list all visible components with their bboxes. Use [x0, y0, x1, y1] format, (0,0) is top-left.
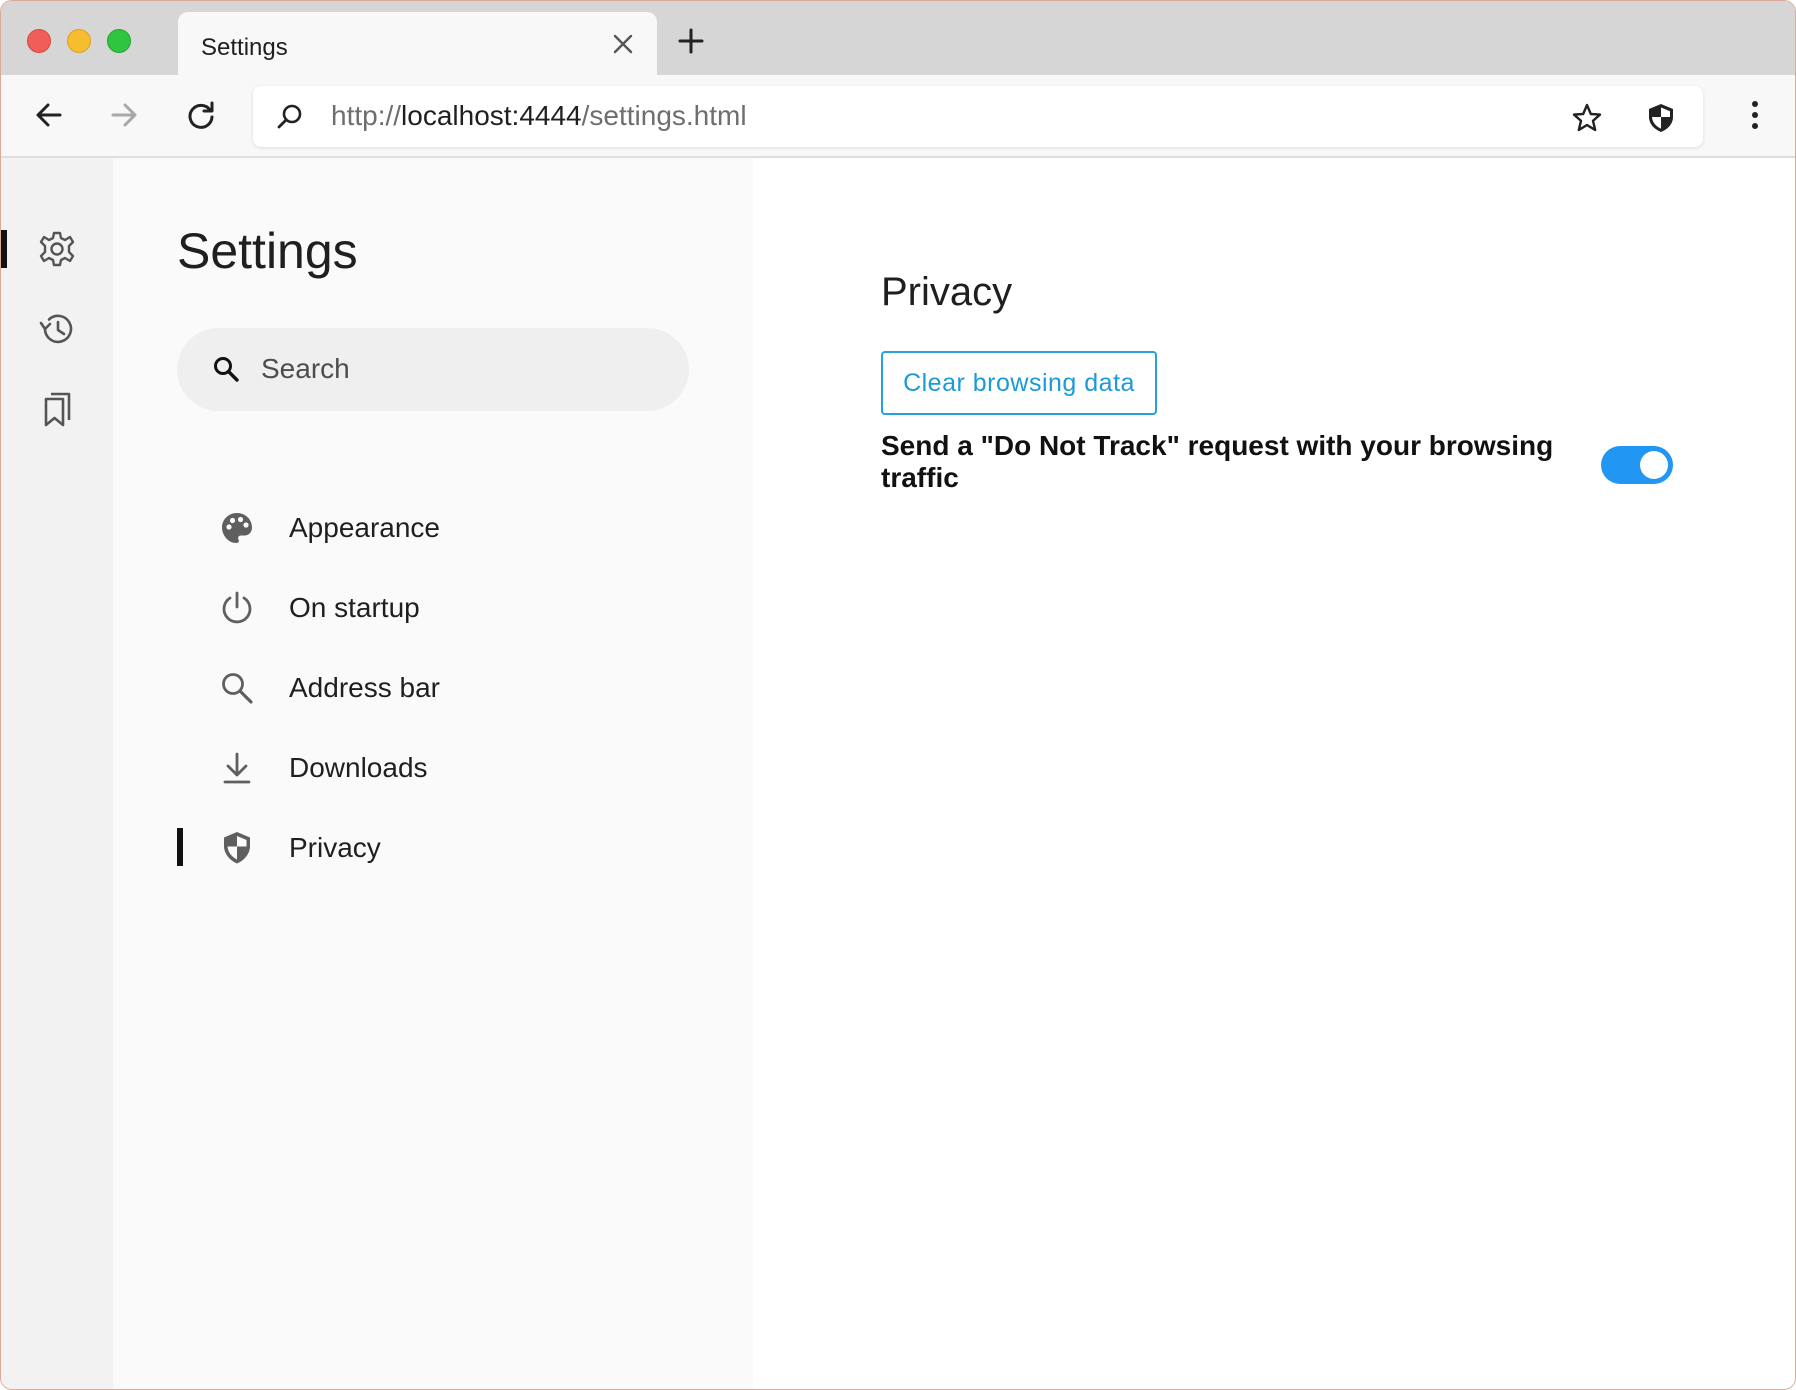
close-tab-button[interactable] — [609, 30, 637, 58]
shield-icon — [1649, 104, 1673, 132]
minimize-window-button[interactable] — [67, 29, 91, 53]
search-icon — [273, 100, 307, 134]
nav-item-downloads[interactable]: Downloads — [177, 736, 689, 800]
nav-item-privacy[interactable]: Privacy — [177, 816, 689, 880]
settings-content: Privacy Clear browsing data Send a "Do N… — [753, 158, 1795, 1389]
rail-item-settings[interactable] — [33, 225, 81, 273]
reload-icon — [188, 101, 214, 129]
search-input[interactable] — [261, 346, 661, 392]
nav-item-label: Downloads — [289, 752, 428, 783]
bookmark-star-button[interactable] — [1569, 100, 1605, 136]
power-icon — [217, 588, 257, 628]
close-window-button[interactable] — [27, 29, 51, 53]
page-title: Settings — [177, 223, 358, 279]
browser-window: Settings http://localhost:4444/settings.… — [0, 0, 1796, 1390]
plus-icon — [678, 28, 704, 54]
forward-button[interactable] — [104, 95, 144, 135]
browser-menu-button[interactable] — [1735, 95, 1775, 135]
star-icon — [1572, 103, 1602, 132]
section-title: Privacy — [881, 270, 1013, 314]
back-button[interactable] — [29, 95, 69, 135]
arrow-left-icon — [36, 103, 62, 127]
new-tab-button[interactable] — [673, 23, 709, 59]
tab-settings[interactable]: Settings — [178, 12, 657, 75]
shield-icon — [217, 828, 257, 868]
browser-toolbar: http://localhost:4444/settings.html — [1, 75, 1795, 158]
nav-item-on-startup[interactable]: On startup — [177, 576, 689, 640]
url-scheme: http:// — [331, 100, 402, 131]
search-icon — [217, 668, 257, 708]
history-icon — [39, 314, 73, 344]
tab-title: Settings — [201, 34, 288, 61]
rail-item-bookmarks[interactable] — [33, 385, 81, 433]
nav-item-label: Address bar — [289, 672, 440, 703]
bookmarks-icon — [44, 392, 71, 427]
url-path: /settings.html — [581, 100, 747, 131]
close-icon — [613, 34, 633, 54]
search-icon — [209, 352, 243, 386]
do-not-track-label: Send a "Do Not Track" request with your … — [881, 430, 1554, 493]
rail-active-indicator — [1, 230, 7, 268]
url-text[interactable]: http://localhost:4444/settings.html — [331, 100, 747, 132]
maximize-window-button[interactable] — [107, 29, 131, 53]
settings-search[interactable] — [177, 328, 689, 411]
more-vert-icon — [1752, 101, 1758, 129]
url-host: localhost:4444 — [401, 100, 582, 131]
download-icon — [217, 748, 257, 788]
settings-nav-panel: Settings Appearance — [113, 158, 753, 1389]
tab-strip: Settings — [1, 1, 1795, 75]
nav-item-address-bar[interactable]: Address bar — [177, 656, 689, 720]
address-bar[interactable]: http://localhost:4444/settings.html — [253, 86, 1703, 147]
sidebar-rail — [1, 158, 113, 1389]
gear-icon — [39, 231, 75, 267]
shield-button[interactable] — [1643, 100, 1679, 136]
clear-browsing-data-button[interactable]: Clear browsing data — [881, 351, 1157, 415]
toggle-knob — [1640, 451, 1668, 479]
palette-icon — [217, 508, 257, 548]
nav-item-label: On startup — [289, 592, 420, 623]
nav-item-label: Appearance — [289, 512, 441, 543]
nav-item-label: Privacy — [289, 832, 381, 863]
do-not-track-toggle[interactable] — [1601, 446, 1673, 484]
reload-button[interactable] — [181, 95, 221, 135]
nav-item-appearance[interactable]: Appearance — [177, 496, 689, 560]
nav-active-indicator — [177, 828, 183, 866]
arrow-right-icon — [111, 103, 137, 127]
rail-item-history[interactable] — [33, 305, 81, 353]
